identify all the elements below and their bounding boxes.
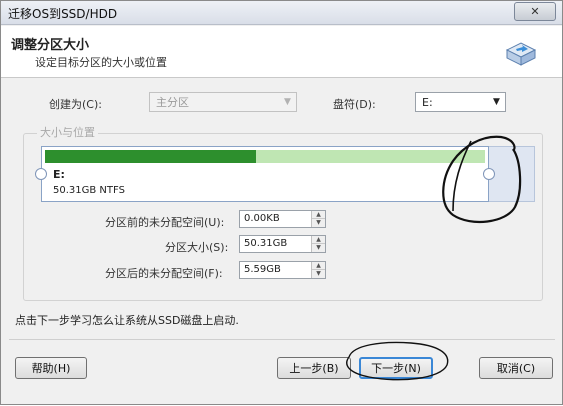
after-space-value: 5.59GB	[244, 264, 281, 275]
dialog-window: 迁移OS到SSD/HDD ✕ 调整分区大小 设定目标分区的大小或位置 创建为(C…	[0, 0, 563, 405]
resize-handle-right[interactable]	[483, 168, 495, 180]
before-space-label: 分区前的未分配空间(U):	[105, 216, 225, 229]
page-subtitle: 设定目标分区的大小或位置	[35, 56, 167, 69]
boot-hint-text: 点击下一步学习怎么让系统从SSD磁盘上启动.	[15, 314, 239, 327]
create-as-select[interactable]: 主分区 ▼	[149, 92, 297, 112]
spin-up-icon[interactable]: ▲	[312, 211, 325, 219]
disk-migrate-icon	[505, 42, 537, 66]
chevron-down-icon: ▼	[493, 97, 500, 107]
back-button[interactable]: 上一步(B)	[277, 357, 351, 379]
partition-size-label: 分区大小(S):	[165, 241, 229, 254]
spin-up-icon[interactable]: ▲	[312, 236, 325, 244]
partition-size-stepper[interactable]: 50.31GB ▲ ▼	[239, 235, 326, 253]
before-space-stepper[interactable]: 0.00KB ▲ ▼	[239, 210, 326, 228]
after-space-stepper[interactable]: 5.59GB ▲ ▼	[239, 261, 326, 279]
after-space-label: 分区后的未分配空间(F):	[105, 267, 223, 280]
drive-letter-value: E:	[422, 95, 433, 109]
drive-letter-label: 盘符(D):	[333, 98, 376, 111]
partition-bar	[45, 150, 485, 163]
close-button[interactable]: ✕	[514, 2, 556, 21]
window-title: 迁移OS到SSD/HDD	[8, 7, 118, 21]
chevron-down-icon: ▼	[284, 97, 291, 107]
spin-down-icon[interactable]: ▼	[312, 219, 325, 227]
partition-size-value: 50.31GB	[244, 238, 288, 249]
partition-used-fill	[45, 150, 257, 163]
footer-divider	[9, 339, 555, 340]
size-position-legend: 大小与位置	[37, 124, 98, 140]
cancel-button[interactable]: 取消(C)	[479, 357, 553, 379]
partition-info: 50.31GB NTFS	[53, 185, 125, 196]
spin-down-icon[interactable]: ▼	[312, 270, 325, 278]
next-button[interactable]: 下一步(N)	[359, 357, 433, 379]
create-as-label: 创建为(C):	[49, 98, 102, 111]
partition-block[interactable]: E: 50.31GB NTFS	[41, 146, 489, 202]
unallocated-space-after	[489, 146, 535, 202]
resize-handle-left[interactable]	[35, 168, 47, 180]
page-title: 调整分区大小	[11, 38, 90, 53]
spin-up-icon[interactable]: ▲	[312, 262, 325, 270]
before-space-value: 0.00KB	[244, 213, 280, 224]
drive-letter-select[interactable]: E: ▼	[415, 92, 506, 112]
close-icon: ✕	[530, 5, 540, 18]
partition-letter: E:	[53, 168, 65, 181]
help-button[interactable]: 帮助(H)	[15, 357, 87, 379]
title-bar[interactable]: 迁移OS到SSD/HDD ✕	[1, 1, 562, 25]
create-as-value: 主分区	[156, 96, 189, 109]
dialog-header: 调整分区大小 设定目标分区的大小或位置	[1, 26, 562, 78]
spin-down-icon[interactable]: ▼	[312, 244, 325, 252]
